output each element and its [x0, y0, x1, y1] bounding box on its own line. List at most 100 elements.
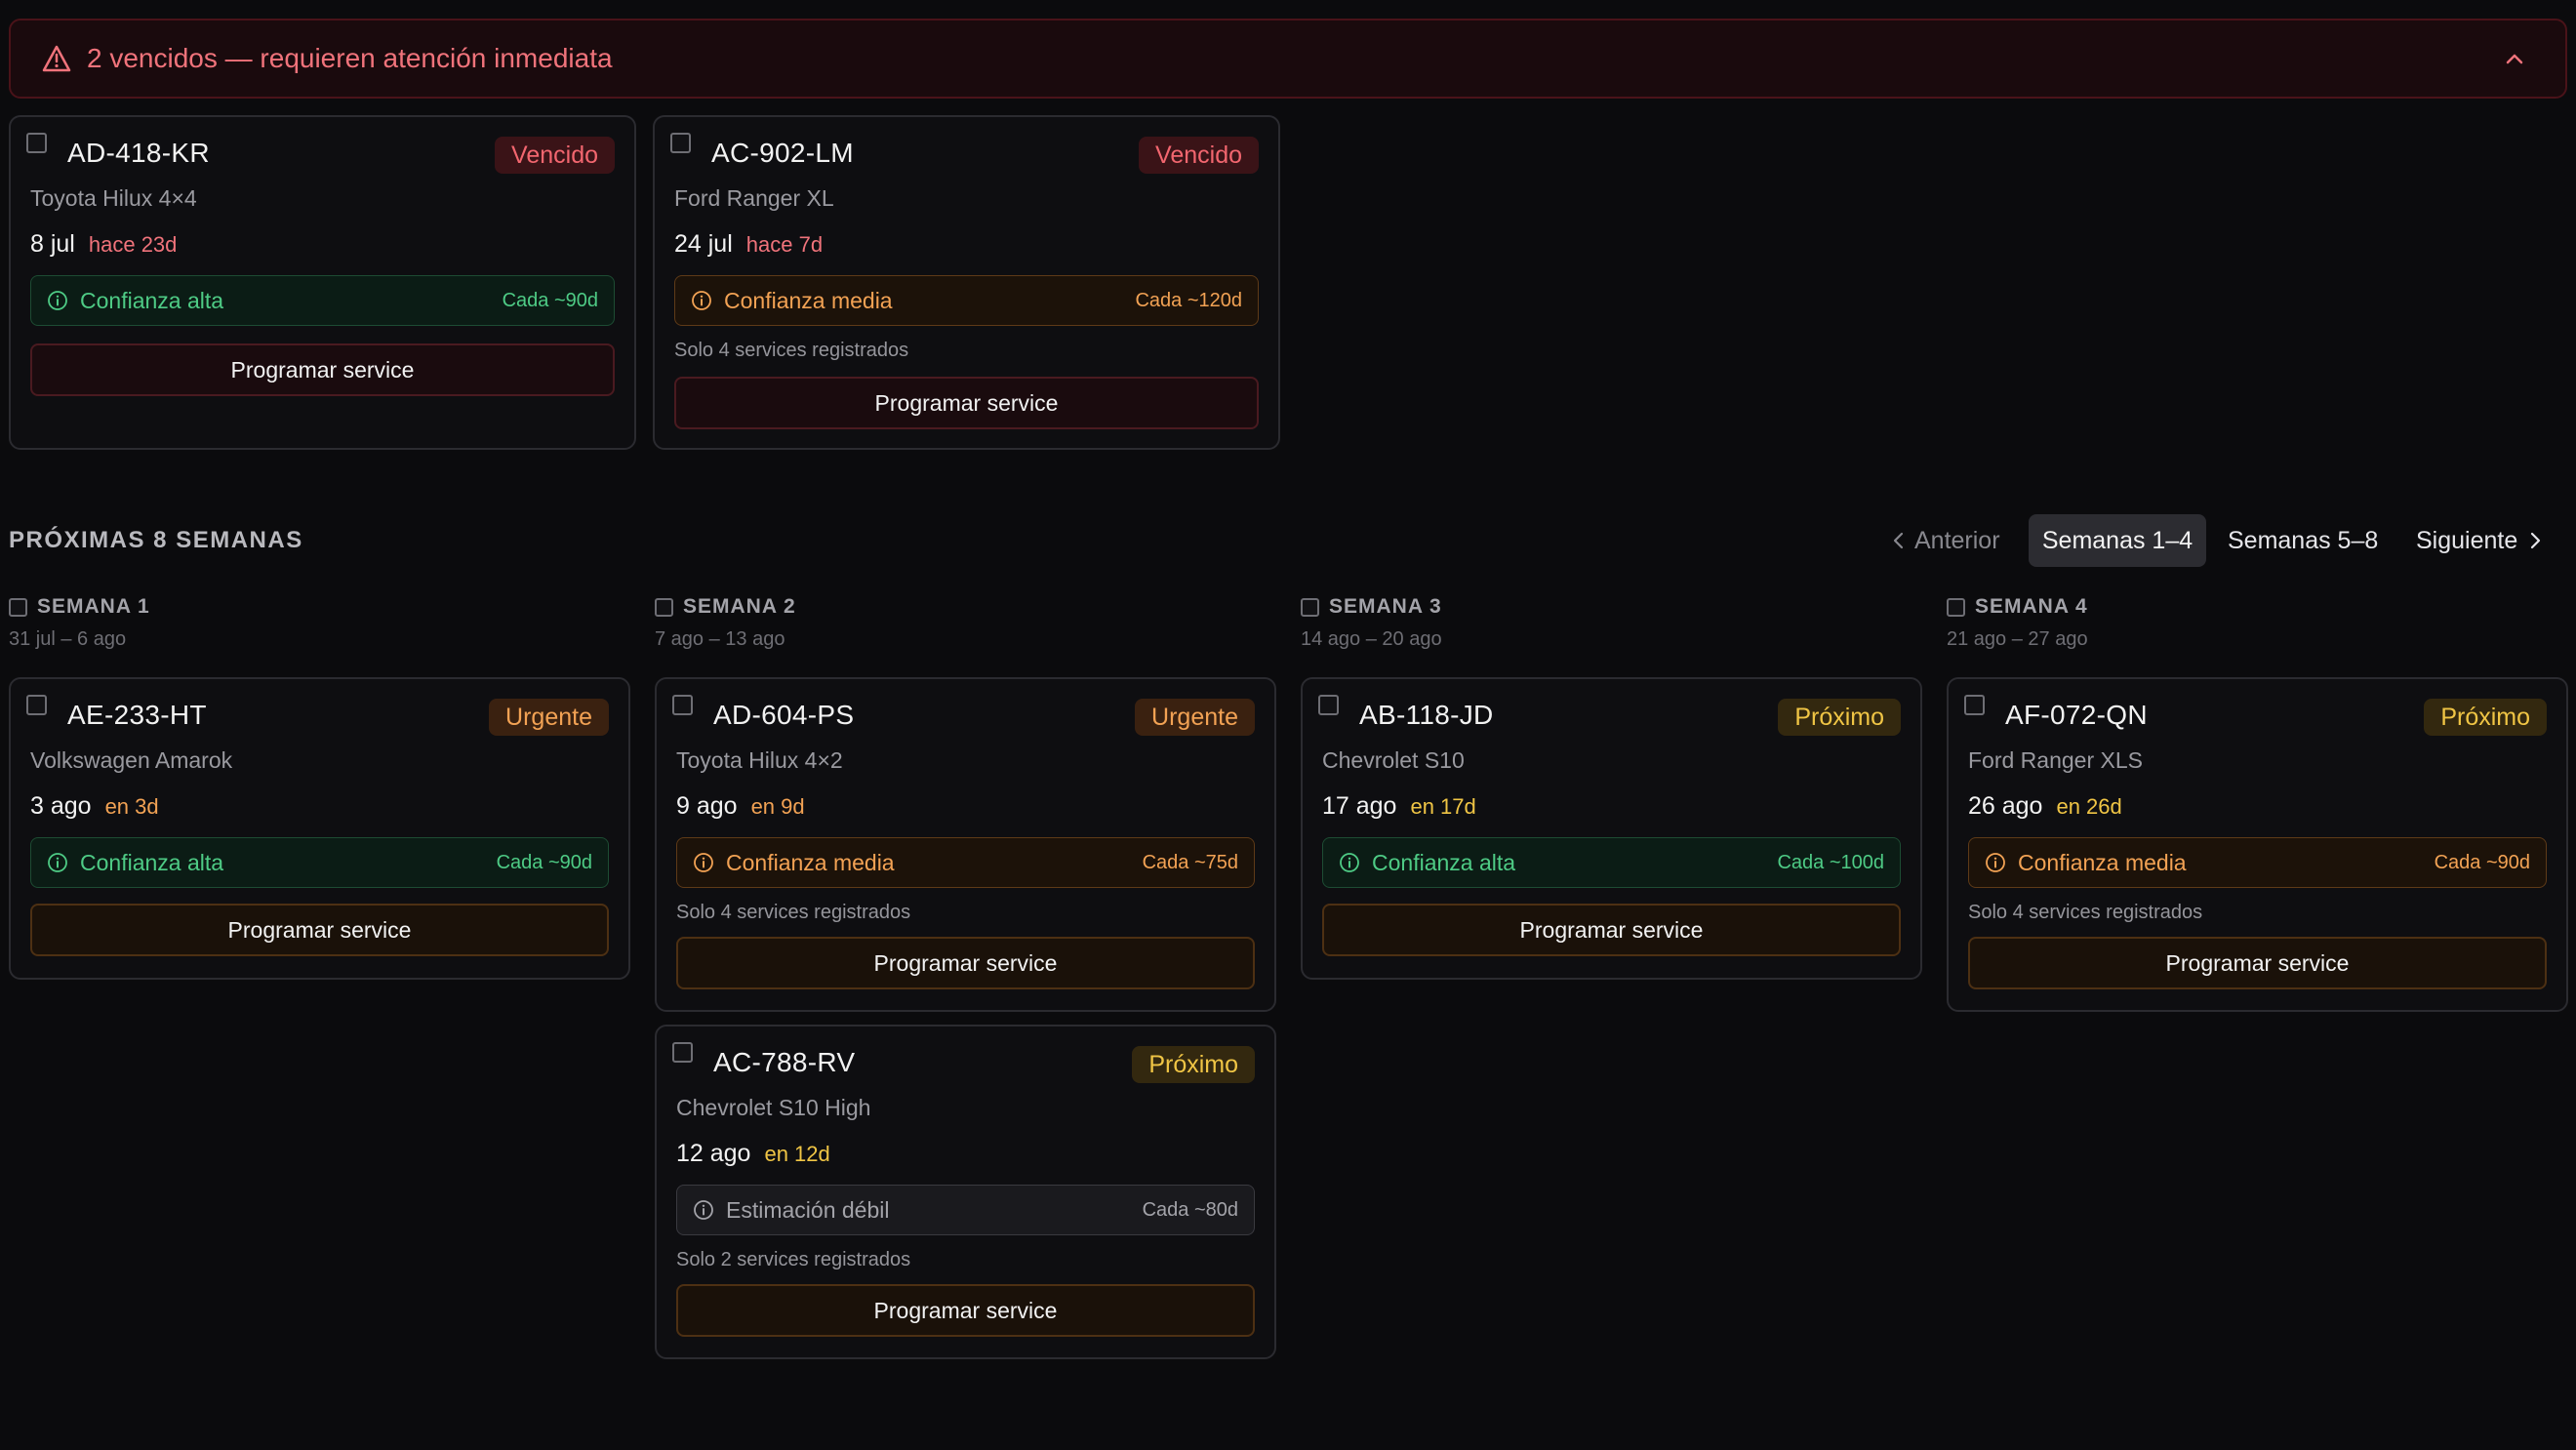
vehicle-plate: AD-604-PS: [713, 700, 855, 730]
pagination-next-label: Siguiente: [2416, 526, 2518, 554]
confidence-label: Confianza media: [724, 287, 893, 313]
service-interval: Cada ~120d: [1135, 289, 1242, 311]
due-relative: en 26d: [2056, 794, 2122, 819]
vehicle-plate: AC-788-RV: [713, 1047, 856, 1077]
vehicle-plate: AF-072-QN: [2005, 700, 2148, 730]
service-interval: Cada ~90d: [2434, 851, 2530, 873]
section-title: PRÓXIMAS 8 SEMANAS: [9, 527, 303, 553]
vehicle-model: Toyota Hilux 4×2: [676, 747, 843, 773]
due-relative: en 3d: [104, 794, 159, 819]
confidence-indicator: Confianza media Cada ~75d: [676, 837, 1255, 888]
info-circle-icon: [693, 1199, 714, 1221]
vehicle-model: Toyota Hilux 4×4: [30, 185, 197, 211]
service-interval: Cada ~75d: [1142, 851, 1238, 873]
info-circle-icon: [47, 852, 68, 873]
vehicle-card: AE-233-HT Urgente Volkswagen Amarok 3 ag…: [9, 677, 630, 980]
pagination-previous-button[interactable]: Anterior: [1885, 514, 2004, 567]
due-date: 17 ago: [1322, 792, 1397, 820]
alert-message: 2 vencidos — requieren atención inmediat…: [87, 43, 613, 73]
week-header: SEMANA 4: [1947, 595, 2088, 619]
vehicle-card-overdue: AC-902-LM Vencido Ford Ranger XL 24 jul …: [653, 115, 1280, 450]
week-select-checkbox[interactable]: [1947, 597, 1965, 617]
schedule-service-button[interactable]: Programar service: [30, 904, 609, 956]
due-relative: en 9d: [750, 794, 805, 819]
due-date-row: 8 jul hace 23d: [30, 230, 177, 259]
vehicle-model: Chevrolet S10 High: [676, 1095, 871, 1120]
select-checkbox[interactable]: [672, 1042, 693, 1063]
select-checkbox[interactable]: [26, 695, 47, 715]
history-note: Solo 4 services registrados: [674, 340, 909, 361]
status-badge: Próximo: [2424, 699, 2547, 736]
history-note: Solo 4 services registrados: [676, 902, 911, 923]
due-date-row: 17 ago en 17d: [1322, 792, 1476, 821]
confidence-label: Confianza media: [2018, 849, 2187, 875]
vehicle-plate: AC-902-LM: [711, 138, 854, 168]
vehicle-model: Ford Ranger XLS: [1968, 747, 2143, 773]
due-relative: hace 7d: [745, 232, 824, 257]
confidence-indicator: Confianza media Cada ~120d: [674, 275, 1259, 326]
status-badge: Próximo: [1778, 699, 1901, 736]
vehicle-model: Volkswagen Amarok: [30, 747, 233, 773]
confidence-indicator: Confianza media Cada ~90d: [1968, 837, 2547, 888]
chevron-up-icon[interactable]: [2503, 48, 2526, 71]
schedule-service-button[interactable]: Programar service: [1968, 937, 2547, 989]
select-checkbox[interactable]: [26, 133, 47, 153]
due-date-row: 24 jul hace 7d: [674, 230, 823, 259]
week-date-range: 14 ago – 20 ago: [1301, 628, 1442, 650]
due-relative: en 12d: [764, 1142, 830, 1166]
status-badge: Vencido: [495, 137, 615, 174]
select-checkbox[interactable]: [670, 133, 691, 153]
info-circle-icon: [693, 852, 714, 873]
tab-weeks-5-8[interactable]: Semanas 5–8: [2228, 514, 2378, 567]
due-date: 8 jul: [30, 230, 75, 258]
confidence-indicator: Estimación débil Cada ~80d: [676, 1185, 1255, 1235]
pagination-next-button[interactable]: Siguiente: [2416, 514, 2545, 567]
chevron-right-icon: [2525, 530, 2545, 551]
schedule-service-button[interactable]: Programar service: [1322, 904, 1901, 956]
week-select-checkbox[interactable]: [1301, 597, 1319, 617]
info-circle-icon: [1985, 852, 2006, 873]
week-date-range: 7 ago – 13 ago: [655, 628, 785, 650]
confidence-label: Confianza alta: [80, 287, 224, 313]
due-date: 12 ago: [676, 1140, 751, 1167]
status-badge: Urgente: [1135, 699, 1255, 736]
vehicle-plate: AB-118-JD: [1359, 700, 1494, 730]
due-date: 9 ago: [676, 792, 738, 820]
select-checkbox[interactable]: [1964, 695, 1985, 715]
info-circle-icon: [1339, 852, 1360, 873]
schedule-service-button[interactable]: Programar service: [676, 937, 1255, 989]
overdue-alert-banner[interactable]: 2 vencidos — requieren atención inmediat…: [9, 19, 2567, 99]
week-date-range: 21 ago – 27 ago: [1947, 628, 2088, 650]
week-label: SEMANA 2: [683, 595, 796, 618]
week-label: SEMANA 3: [1329, 595, 1442, 618]
select-checkbox[interactable]: [672, 695, 693, 715]
week-select-checkbox[interactable]: [9, 597, 27, 617]
vehicle-plate: AE-233-HT: [67, 700, 207, 730]
week-label: SEMANA 1: [37, 595, 150, 618]
confidence-indicator: Confianza alta Cada ~90d: [30, 837, 609, 888]
service-interval: Cada ~90d: [496, 851, 592, 873]
history-note: Solo 4 services registrados: [1968, 902, 2203, 923]
vehicle-card: AF-072-QN Próximo Ford Ranger XLS 26 ago…: [1947, 677, 2568, 1012]
confidence-label: Confianza alta: [1372, 849, 1516, 875]
history-note: Solo 2 services registrados: [676, 1249, 911, 1270]
info-circle-icon: [47, 290, 68, 311]
schedule-service-button[interactable]: Programar service: [674, 377, 1259, 429]
week-select-checkbox[interactable]: [655, 597, 673, 617]
confidence-label: Estimación débil: [726, 1196, 890, 1223]
chevron-left-icon: [1889, 530, 1909, 551]
due-date: 24 jul: [674, 230, 733, 258]
schedule-service-button[interactable]: Programar service: [30, 343, 615, 396]
select-checkbox[interactable]: [1318, 695, 1339, 715]
due-date-row: 26 ago en 26d: [1968, 792, 2122, 821]
due-date-row: 9 ago en 9d: [676, 792, 805, 821]
warning-triangle-icon: [42, 45, 71, 72]
confidence-indicator: Confianza alta Cada ~100d: [1322, 837, 1901, 888]
vehicle-model: Ford Ranger XL: [674, 185, 834, 211]
maintenance-planner: 2 vencidos — requieren atención inmediat…: [0, 0, 2576, 1450]
due-date-row: 3 ago en 3d: [30, 792, 159, 821]
confidence-indicator: Confianza alta Cada ~90d: [30, 275, 615, 326]
vehicle-card: AB-118-JD Próximo Chevrolet S10 17 ago e…: [1301, 677, 1922, 980]
tab-weeks-1-4[interactable]: Semanas 1–4: [2029, 514, 2206, 567]
schedule-service-button[interactable]: Programar service: [676, 1284, 1255, 1337]
